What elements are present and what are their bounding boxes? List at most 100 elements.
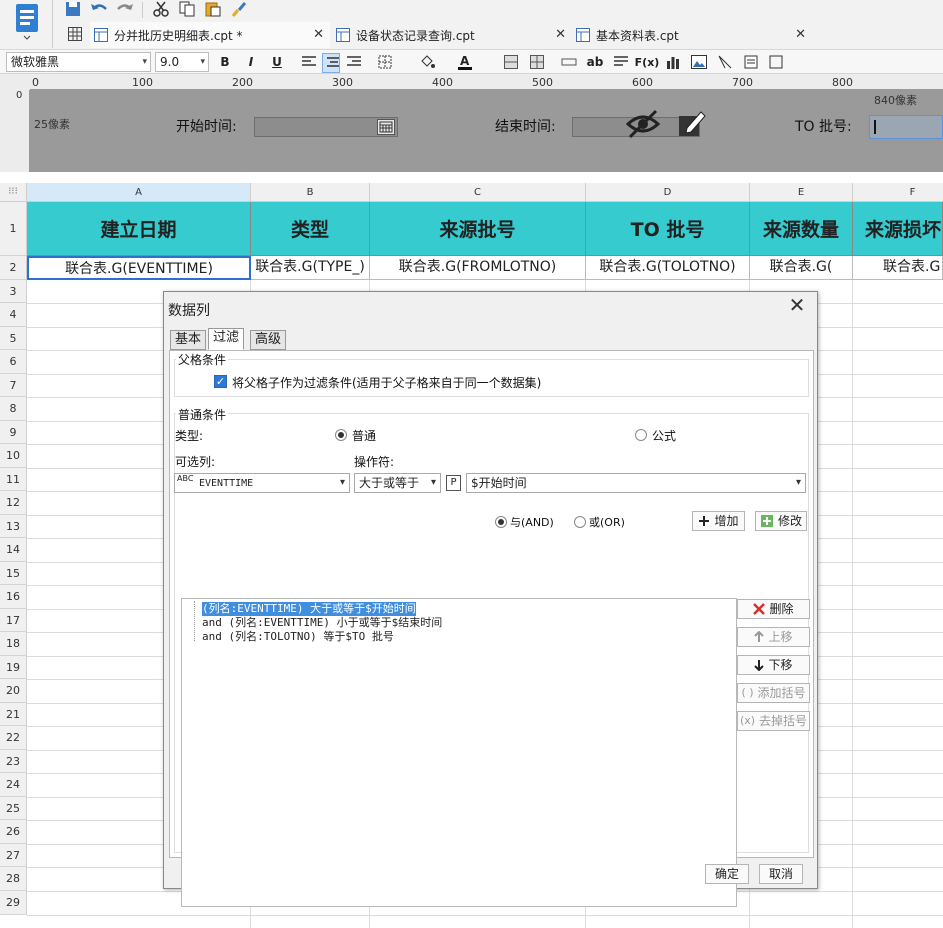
- row-header[interactable]: 26: [0, 820, 27, 844]
- edit-pencil-icon[interactable]: [677, 108, 707, 138]
- row-header[interactable]: 22: [0, 726, 27, 750]
- tab-report-1[interactable]: 分并批历史明细表.cpt * ✕: [90, 22, 330, 48]
- add-bracket-button[interactable]: ( ) 添加括号: [737, 683, 810, 703]
- grid-icon[interactable]: [68, 27, 82, 41]
- image-icon[interactable]: [690, 53, 708, 71]
- row-header[interactable]: 10: [0, 444, 27, 468]
- eye-hidden-icon[interactable]: [625, 108, 661, 140]
- row-header[interactable]: 5: [0, 327, 27, 350]
- paste-icon[interactable]: [202, 0, 224, 18]
- cut-icon[interactable]: [150, 0, 172, 18]
- text-icon[interactable]: ab: [586, 53, 604, 71]
- chart-icon[interactable]: [664, 53, 682, 71]
- start-time-widget[interactable]: [254, 117, 398, 137]
- type-formula-radio[interactable]: [635, 429, 647, 441]
- row-header[interactable]: 7: [0, 374, 27, 397]
- text-cell-icon[interactable]: [560, 53, 578, 71]
- paragraph-icon[interactable]: [612, 53, 630, 71]
- font-color-icon[interactable]: A: [456, 53, 474, 71]
- font-family-select[interactable]: 微软雅黑 ▾: [6, 52, 151, 72]
- row-header[interactable]: 3: [0, 280, 27, 303]
- bold-button[interactable]: B: [216, 53, 234, 71]
- column-header-f[interactable]: F: [853, 183, 943, 202]
- slash-cell-icon[interactable]: [716, 53, 734, 71]
- row-header[interactable]: 25: [0, 797, 27, 820]
- fill-color-icon[interactable]: [418, 53, 436, 71]
- data-cell[interactable]: 联合表.G(FROMLOTNO): [370, 256, 586, 280]
- column-header-b[interactable]: B: [251, 183, 370, 202]
- type-normal-radio[interactable]: [335, 429, 347, 441]
- row-header[interactable]: 4: [0, 303, 27, 327]
- app-menu-icon[interactable]: [10, 2, 44, 42]
- close-tab-icon[interactable]: ✕: [313, 27, 324, 42]
- tab-filter[interactable]: 过滤: [208, 328, 245, 350]
- data-cell[interactable]: 联合表.G(: [750, 256, 853, 280]
- formula-icon[interactable]: F(x): [635, 53, 660, 71]
- row-header[interactable]: 1: [0, 202, 27, 256]
- column-header-a[interactable]: A: [27, 183, 251, 202]
- data-cell-selected[interactable]: 联合表.G(EVENTTIME): [27, 256, 251, 280]
- condition-item-selected[interactable]: (列名:EVENTTIME) 大于或等于$开始时间: [202, 602, 416, 616]
- or-radio[interactable]: [574, 516, 586, 528]
- condition-item[interactable]: and (列名:TOLOTNO) 等于$TO 批号: [202, 630, 394, 644]
- font-size-select[interactable]: 9.0 ▾: [155, 52, 209, 72]
- align-right-icon[interactable]: [345, 53, 363, 71]
- modify-condition-button[interactable]: 修改: [755, 511, 807, 531]
- header-cell[interactable]: 建立日期: [27, 202, 251, 256]
- row-header[interactable]: 2: [0, 256, 27, 280]
- calendar-icon[interactable]: [377, 119, 395, 135]
- move-down-button[interactable]: 下移: [737, 655, 810, 675]
- close-tab-icon[interactable]: ✕: [795, 27, 806, 42]
- tab-report-2[interactable]: 设备状态记录查询.cpt ✕: [332, 22, 572, 48]
- row-header[interactable]: 12: [0, 491, 27, 515]
- frame-icon[interactable]: [768, 53, 786, 71]
- column-header-d[interactable]: D: [586, 183, 750, 202]
- delete-button[interactable]: 删除: [737, 599, 810, 619]
- row-header[interactable]: 17: [0, 609, 27, 632]
- header-cell[interactable]: 类型: [251, 202, 370, 256]
- row-header[interactable]: 6: [0, 350, 27, 374]
- header-cell[interactable]: TO 批号: [586, 202, 750, 256]
- copy-icon[interactable]: [176, 0, 198, 18]
- tab-report-3[interactable]: 基本资料表.cpt ✕: [572, 22, 812, 48]
- underline-button[interactable]: U: [268, 53, 286, 71]
- row-header[interactable]: 27: [0, 844, 27, 867]
- parameter-type-button[interactable]: P: [446, 475, 461, 491]
- parent-filter-checkbox[interactable]: ✓: [214, 375, 227, 388]
- header-cell[interactable]: 来源损坏: [853, 202, 943, 256]
- row-header[interactable]: 11: [0, 468, 27, 491]
- operator-select[interactable]: 大于或等于 ▾: [354, 473, 441, 493]
- cancel-button[interactable]: 取消: [759, 864, 803, 884]
- column-header-e[interactable]: E: [750, 183, 853, 202]
- align-center-icon[interactable]: [322, 53, 340, 73]
- data-cell[interactable]: 联合表.G(TYPE_): [251, 256, 370, 280]
- header-cell[interactable]: 来源批号: [370, 202, 586, 256]
- unmerge-icon[interactable]: [528, 53, 546, 71]
- row-header[interactable]: 29: [0, 891, 27, 915]
- close-icon[interactable]: ✕: [786, 294, 808, 316]
- data-cell[interactable]: 联合表.G: [853, 256, 943, 280]
- add-condition-button[interactable]: 增加: [692, 511, 745, 531]
- ok-button[interactable]: 确定: [705, 864, 749, 884]
- row-header[interactable]: 19: [0, 656, 27, 679]
- row-header[interactable]: 13: [0, 515, 27, 538]
- row-header[interactable]: 18: [0, 632, 27, 656]
- format-brush-icon[interactable]: [228, 0, 250, 18]
- row-header[interactable]: 21: [0, 703, 27, 726]
- undo-icon[interactable]: [88, 0, 110, 18]
- row-header[interactable]: 23: [0, 750, 27, 773]
- merge-icon[interactable]: [502, 53, 520, 71]
- row-header[interactable]: 16: [0, 585, 27, 609]
- condition-item[interactable]: and (列名:EVENTTIME) 小于或等于$结束时间: [202, 616, 442, 630]
- to-lot-widget-selected[interactable]: [869, 115, 943, 139]
- row-header[interactable]: 15: [0, 562, 27, 585]
- select-all-corner[interactable]: ⁝⁝⁝: [0, 183, 27, 202]
- row-header[interactable]: 14: [0, 538, 27, 562]
- move-up-button[interactable]: 上移: [737, 627, 810, 647]
- row-header[interactable]: 28: [0, 867, 27, 891]
- save-icon[interactable]: [62, 0, 84, 18]
- sub-report-icon[interactable]: [742, 53, 760, 71]
- row-header[interactable]: 20: [0, 679, 27, 703]
- column-header-c[interactable]: C: [370, 183, 586, 202]
- row-header[interactable]: 8: [0, 397, 27, 421]
